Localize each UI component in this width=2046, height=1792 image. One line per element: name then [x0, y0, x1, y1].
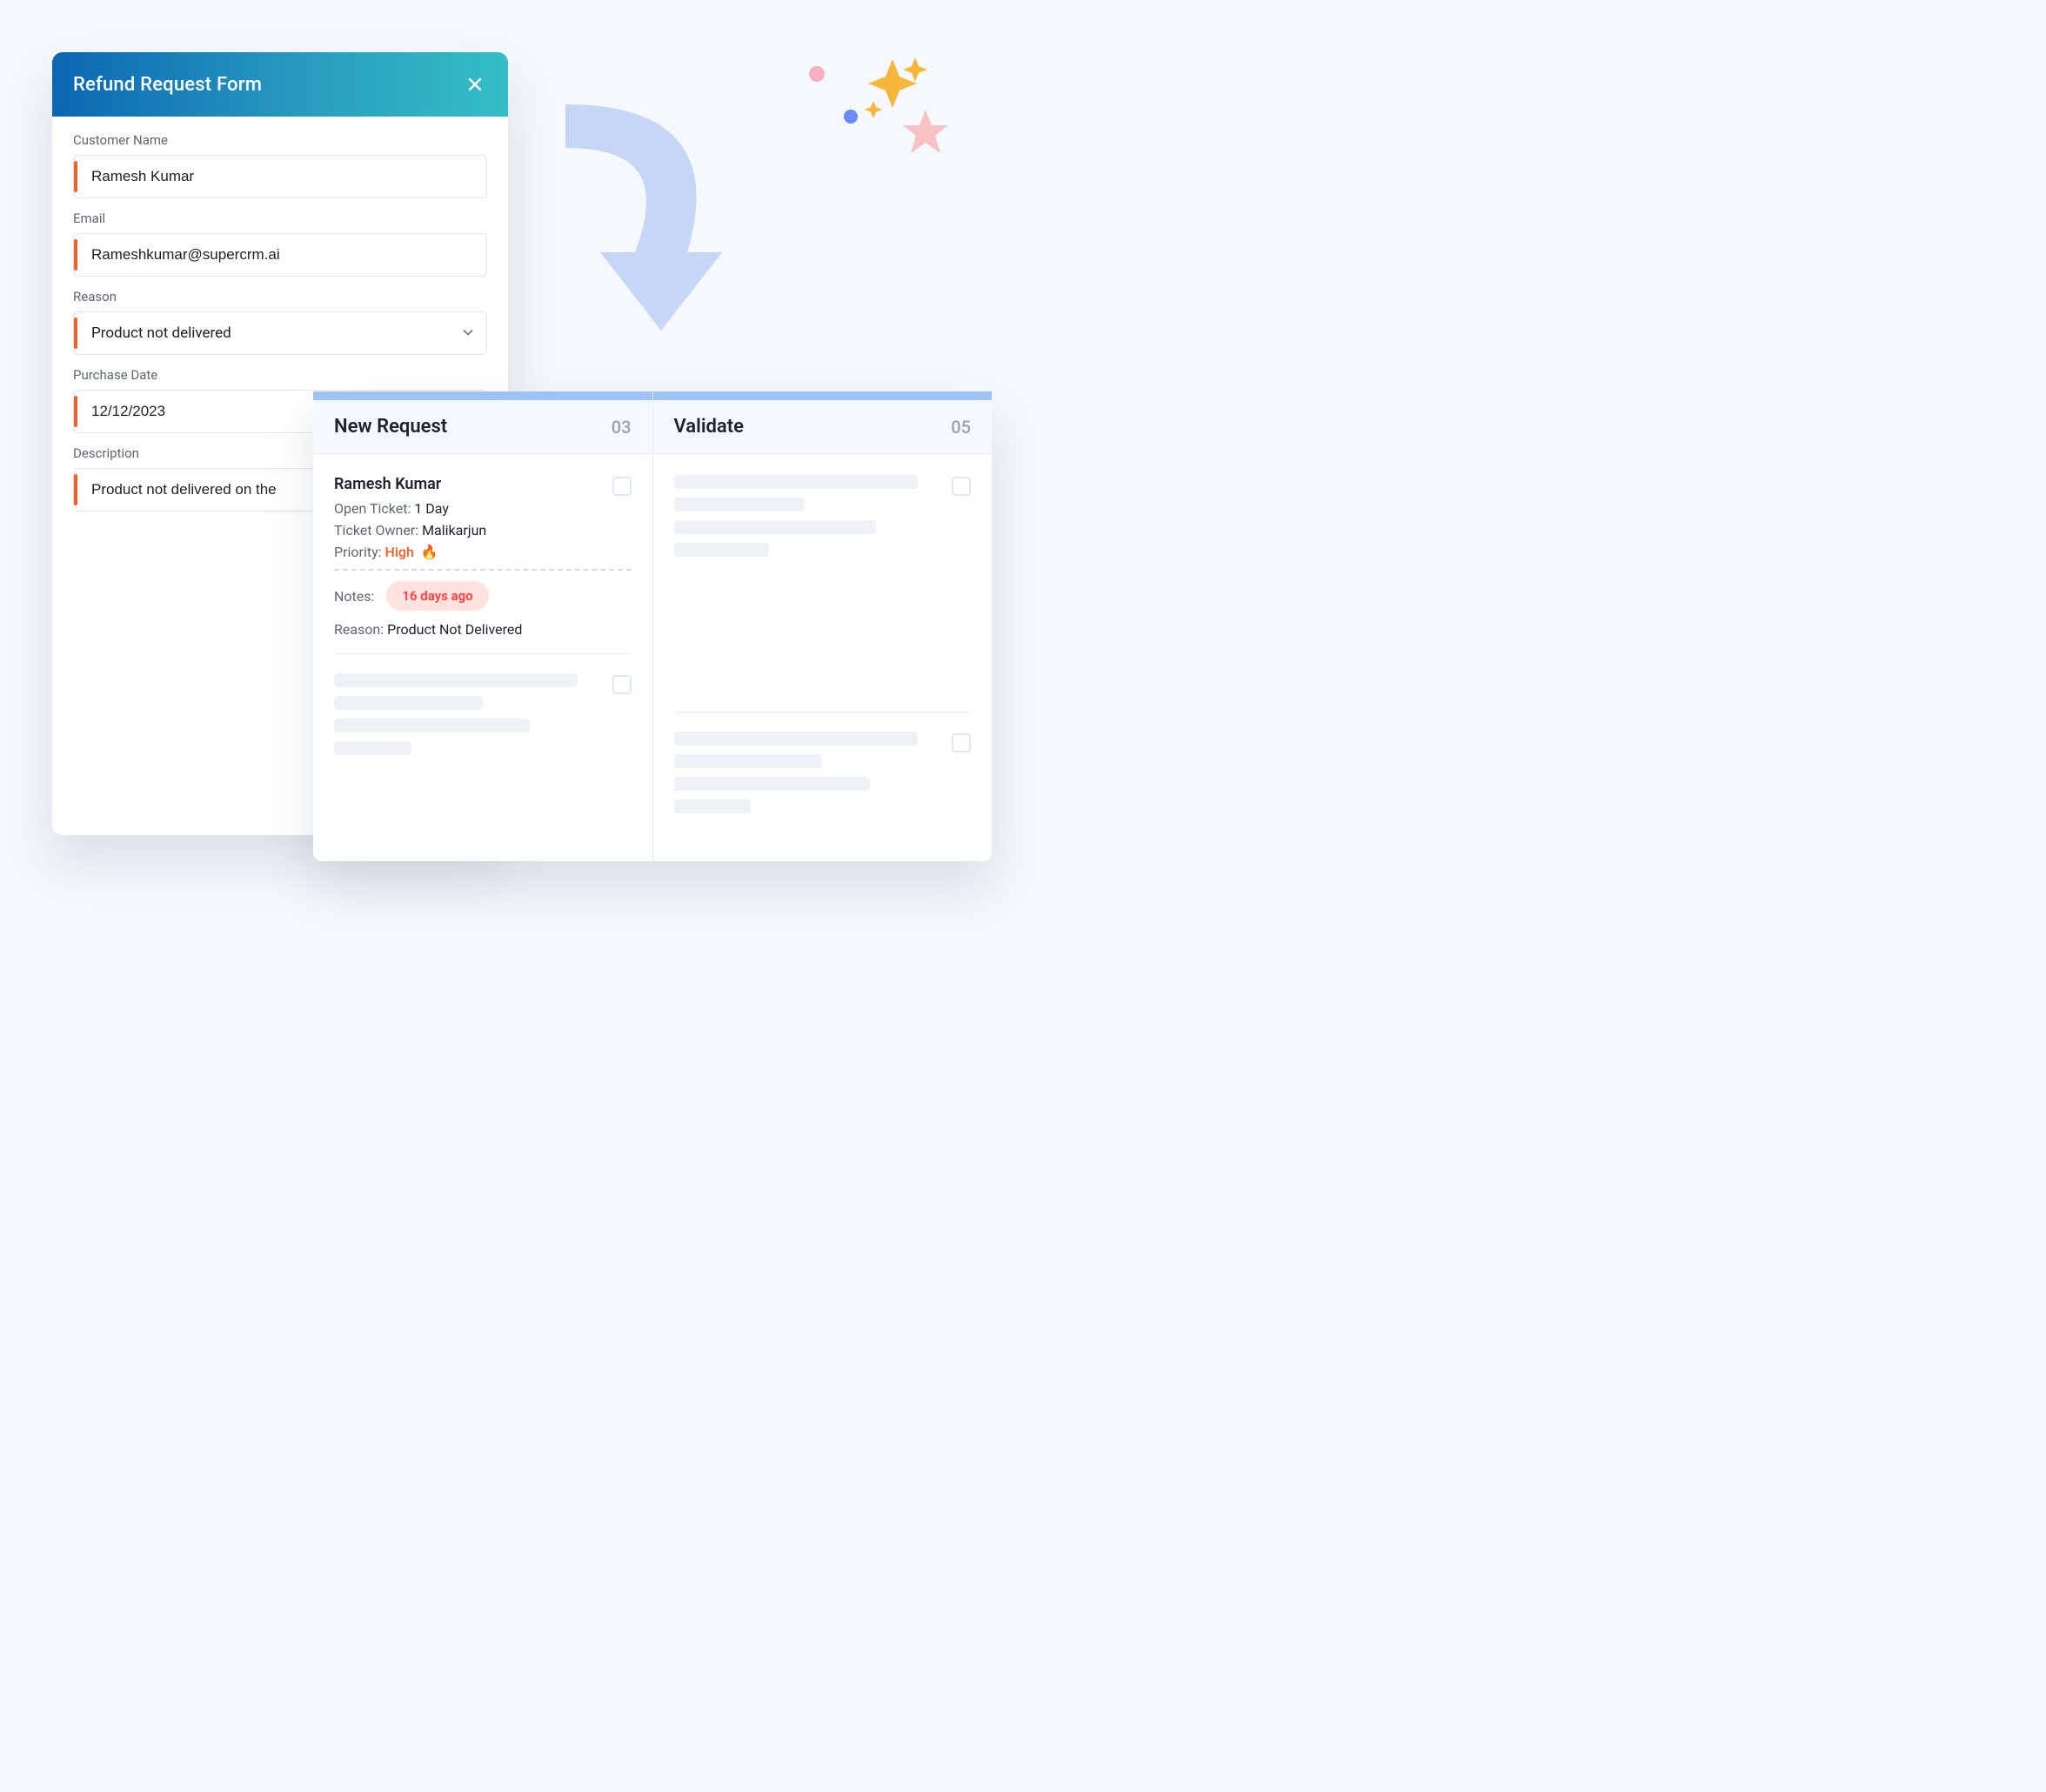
chevron-down-icon [462, 325, 474, 342]
purchase-date-label: Purchase Date [73, 367, 487, 383]
column-validate: Validate 05 [652, 391, 993, 861]
ticket-priority-value: High [385, 544, 414, 560]
close-icon [467, 77, 483, 92]
form-header: Refund Request Form [52, 52, 508, 117]
skeleton-line [674, 520, 876, 534]
field-customer-name: Customer Name [73, 132, 487, 198]
column-body: Ramesh Kumar Open Ticket: 1 Day Ticket O… [313, 454, 652, 861]
skeleton-line [674, 754, 823, 768]
ticket-checkbox[interactable] [952, 733, 971, 752]
ticket-notes-row: Notes: 16 days ago [334, 581, 632, 611]
ticket-reason-label: Reason: [334, 621, 387, 638]
email-input-wrap[interactable] [73, 233, 487, 277]
customer-name-label: Customer Name [73, 132, 487, 148]
ticket-checkbox[interactable] [952, 477, 971, 496]
column-count: 03 [612, 417, 632, 438]
skeleton-line [674, 543, 769, 557]
customer-name-input-wrap[interactable] [73, 155, 487, 198]
column-accent [313, 391, 652, 400]
ticket-card[interactable]: Ramesh Kumar Open Ticket: 1 Day Ticket O… [334, 468, 632, 653]
column-header: Validate 05 [653, 400, 993, 454]
field-email: Email [73, 211, 487, 277]
column-title: Validate [674, 416, 744, 438]
ticket-priority: Priority: High 🔥 [334, 544, 632, 560]
ticket-card-placeholder[interactable] [674, 712, 972, 838]
reason-value: Product not delivered [91, 324, 451, 342]
kanban-board: New Request 03 Ramesh Kumar Open Ticket:… [313, 391, 992, 861]
skeleton-line [334, 741, 411, 755]
ticket-card-placeholder[interactable] [334, 653, 632, 779]
form-title: Refund Request Form [73, 74, 262, 96]
column-body [653, 454, 993, 861]
divider [334, 569, 632, 571]
ticket-customer-name: Ramesh Kumar [334, 475, 632, 493]
decor-dot-pink [809, 66, 825, 82]
reason-label: Reason [73, 289, 487, 304]
email-input[interactable] [91, 246, 472, 264]
column-new-request: New Request 03 Ramesh Kumar Open Ticket:… [313, 391, 652, 861]
ticket-card-placeholder[interactable] [674, 468, 972, 581]
column-header: New Request 03 [313, 400, 652, 454]
column-count: 05 [951, 417, 971, 438]
skeleton-line [674, 799, 752, 813]
decor-dot-blue [844, 110, 858, 124]
ticket-open: Open Ticket: 1 Day [334, 500, 632, 517]
column-accent [653, 391, 993, 400]
ticket-owner-value: Malikarjun [422, 522, 486, 538]
skeleton-line [334, 673, 578, 687]
skeleton-line [334, 696, 483, 710]
notes-label: Notes: [334, 588, 374, 605]
canvas: Refund Request Form Customer Name Email … [0, 0, 1023, 896]
reason-select[interactable]: Product not delivered [73, 311, 487, 355]
skeleton-line [674, 498, 805, 512]
skeleton-line [674, 732, 918, 746]
ticket-checkbox[interactable] [612, 675, 632, 694]
skeleton-line [674, 777, 870, 791]
star-icon [899, 106, 952, 162]
close-button[interactable] [463, 72, 487, 97]
ticket-reason-value: Product Not Delivered [387, 621, 522, 638]
ticket-reason: Reason: Product Not Delivered [334, 621, 632, 638]
column-title: New Request [334, 416, 447, 438]
ticket-open-value: 1 Day [414, 500, 449, 517]
skeleton-line [674, 475, 918, 489]
email-label: Email [73, 211, 487, 226]
ticket-open-label: Open Ticket: [334, 500, 414, 517]
notes-age-pill: 16 days ago [386, 581, 488, 611]
field-reason: Reason Product not delivered [73, 289, 487, 355]
ticket-checkbox[interactable] [612, 477, 632, 496]
ticket-owner-label: Ticket Owner: [334, 522, 422, 538]
fire-icon: 🔥 [421, 544, 438, 560]
customer-name-input[interactable] [91, 168, 472, 185]
ticket-owner: Ticket Owner: Malikarjun [334, 522, 632, 538]
flow-arrow-icon [531, 87, 774, 348]
skeleton-line [334, 719, 530, 732]
ticket-priority-label: Priority: [334, 544, 385, 560]
